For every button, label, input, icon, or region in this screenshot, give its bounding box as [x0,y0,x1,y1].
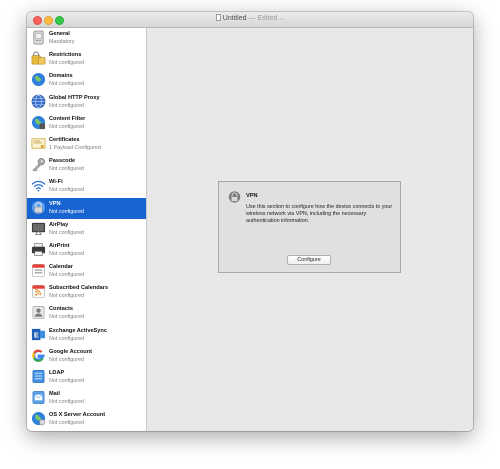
panel-description: Use this section to configure how the de… [246,204,393,224]
sidebar-item-name: Mail [49,391,60,398]
sidebar-item-status: Not configured [49,166,85,173]
sidebar-item-name: Certificates [49,136,80,143]
sidebar-item-domains[interactable]: Domains Not configured [27,70,146,91]
general-icon [33,30,44,45]
sidebar-item-airprint[interactable]: AirPrint Not configured [27,240,146,261]
detail-pane: VPN Use this section to configure how th… [147,28,473,431]
sidebar-item-status: Not configured [49,356,85,363]
sidebar-item-name: Subscribed Calendars [49,285,109,292]
sidebar-item-name: LDAP [49,370,65,376]
svg-text:E: E [34,330,39,339]
sidebar-item-status: Not configured [49,81,85,88]
restrictions-icon [31,51,46,65]
document-icon [215,14,221,21]
sidebar-item-name: Domains [49,73,73,80]
vpn-lock-icon [228,191,241,203]
sidebar-item-google-account[interactable]: Google Account Not configured [27,346,146,367]
vpn-info-panel: VPN Use this section to configure how th… [218,181,401,273]
sidebar-item-exchange-activesync[interactable]: E Exchange ActiveSync Not configured [27,325,146,346]
sidebar-item-restrictions[interactable]: Restrictions Not configured [27,49,146,70]
sidebar-item-airplay[interactable]: AirPlay Not configured [27,219,146,240]
sidebar-item-global-http-proxy[interactable]: Global HTTP Proxy Not configured [27,92,146,113]
sidebar-item-os-x-server-account[interactable]: OS X Server Account Not configured [27,409,146,430]
sidebar-item-name: AirPlay [49,221,69,228]
ldap-icon [32,370,45,383]
mail-icon [32,391,45,405]
sidebar-item-name: Wi-Fi [49,179,63,186]
sidebar-item-status: 1 Payload Configured [49,144,101,151]
sidebar-item-status: Not configured [49,187,85,194]
sidebar-item-calendar[interactable]: Calendar Not configured [27,261,146,282]
sidebar-item-status: Not configured [49,229,85,236]
sidebar-item-name: Global HTTP Proxy [49,94,100,101]
sidebar-item-name: Exchange ActiveSync [49,327,107,334]
sidebar-item-status: Not configured [49,399,85,406]
sidebar-item-content-filter[interactable]: Content Filter Not configured [27,113,146,134]
sidebar-item-passcode[interactable]: Passcode Not configured [27,155,146,176]
edited-indicator: — Edited [248,15,278,22]
contacts-icon [32,306,45,320]
sidebar-item-status: Not configured [49,250,85,257]
sidebar-item-status: Not configured [49,123,85,130]
sidebar-item-vpn[interactable]: VPN Not configured [27,197,146,219]
content-filter-icon [31,115,46,129]
printer-icon [31,243,46,256]
sidebar-item-status: Not configured [49,102,85,109]
vpn-lock-icon [31,200,46,214]
calendar-icon [32,264,45,277]
window-title[interactable]: Untitled — Edited ⌄ [27,14,473,22]
certificate-icon [31,138,46,149]
domains-icon [31,73,46,87]
sidebar-item-name: Passcode [49,158,76,165]
sidebar-item-mail[interactable]: Mail Not configured [27,388,146,409]
sidebar-item-name: OS X Server Account [49,412,106,419]
sidebar-item-name: Contacts [49,306,73,313]
title-bar[interactable]: Untitled — Edited ⌄ [27,12,473,28]
sidebar-item-name: Content Filter [49,115,86,122]
globe-icon [31,94,46,108]
google-icon [32,349,45,362]
sidebar-item-status: Not configured [49,378,85,384]
exchange-icon: E [31,328,46,340]
payload-sidebar: General Mandatory Restrictions Not confi… [27,28,147,431]
sidebar-item-status: Not configured [49,272,85,279]
sidebar-item-name: AirPrint [49,242,70,249]
sidebar-item-wifi[interactable]: Wi-Fi Not configured [27,176,146,197]
window-title-text: Untitled [222,15,247,22]
sidebar-item-status: Not configured [49,335,85,342]
subscribed-calendar-icon [32,285,45,299]
sidebar-item-name: Calendar [49,264,73,271]
sidebar-item-status: Not configured [49,314,85,321]
airplay-icon [31,222,46,235]
sidebar-item-name: General [49,31,70,37]
sidebar-item-contacts[interactable]: Contacts Not configured [27,303,146,324]
chevron-down-icon[interactable]: ⌄ [279,16,284,22]
key-icon [32,158,45,172]
sidebar-item-status: Not configured [49,420,85,427]
sidebar-item-name: Google Account [49,348,92,355]
sidebar-item-subscribed-calendars[interactable]: Subscribed Calendars Not configured [27,282,146,303]
sidebar-item-status: Not configured [49,208,85,215]
sidebar-item-status: Mandatory [49,39,75,45]
sidebar-item-general[interactable]: General Mandatory [27,28,146,49]
sidebar-item-ldap[interactable]: LDAP Not configured [27,367,146,388]
panel-title: VPN [246,193,258,199]
wifi-icon [31,181,46,192]
sidebar-item-name: Restrictions [49,52,82,59]
configure-button[interactable]: Configure [287,255,331,265]
sidebar-item-name: VPN [49,200,61,207]
sidebar-item-status: Not configured [49,60,85,67]
server-account-icon [31,412,46,426]
app-window: Untitled — Edited ⌄ General Mandatory Re… [27,12,473,431]
sidebar-item-status: Not configured [49,293,85,300]
sidebar-item-certificates[interactable]: Certificates 1 Payload Configured [27,134,146,155]
